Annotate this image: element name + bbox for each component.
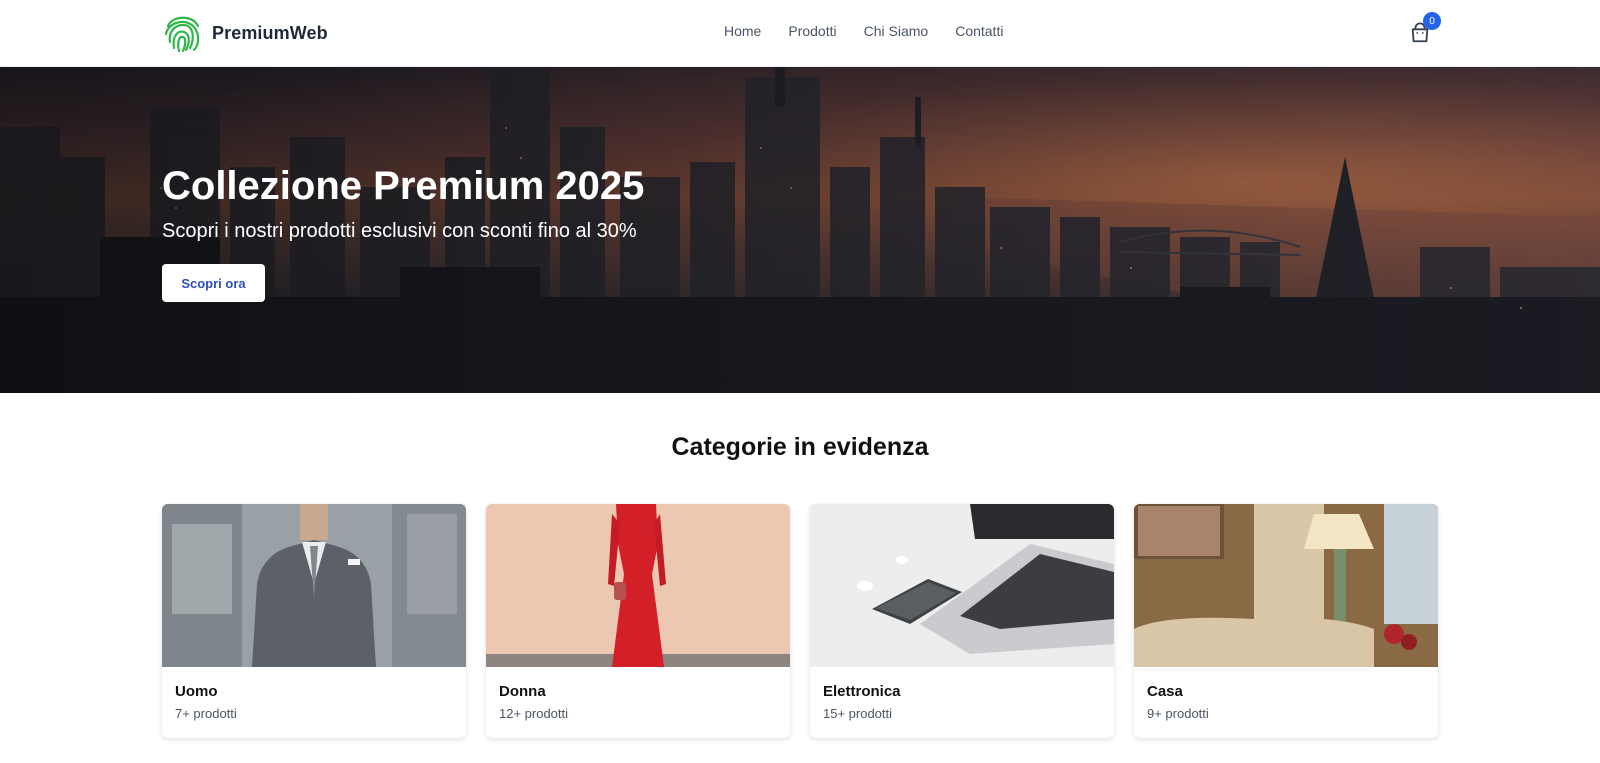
fingerprint-icon [162, 12, 204, 54]
brand-logo[interactable]: PremiumWeb [162, 12, 328, 54]
category-count: 15+ prodotti [823, 706, 893, 721]
hero-title: Collezione Premium 2025 [162, 164, 645, 208]
category-count: 7+ prodotti [175, 706, 237, 721]
category-image-uomo [162, 504, 466, 667]
category-image-donna [486, 504, 790, 667]
category-name: Elettronica [823, 683, 901, 700]
main-nav: Home Prodotti Chi Siamo Contatti [724, 23, 1003, 39]
category-name: Donna [499, 683, 546, 700]
category-card-elettronica[interactable]: Elettronica 15+ prodotti [810, 504, 1114, 738]
featured-categories-title: Categorie in evidenza [671, 433, 929, 461]
category-count: 12+ prodotti [499, 706, 569, 721]
category-image-casa [1134, 504, 1438, 667]
nav-home-link[interactable]: Home [724, 23, 761, 39]
category-card-donna[interactable]: Donna 12+ prodotti [486, 504, 790, 738]
nav-about-link[interactable]: Chi Siamo [864, 23, 929, 39]
category-grid: Uomo 7+ prodotti Donna 12+ prodotti Elet… [162, 504, 1438, 738]
cart-button[interactable]: 0 [1409, 12, 1441, 45]
category-card-casa[interactable]: Casa 9+ prodotti [1134, 504, 1438, 738]
nav-products-link[interactable]: Prodotti [788, 23, 836, 39]
hero-banner: Collezione Premium 2025 Scopri i nostri … [0, 67, 1600, 393]
hero-subtitle: Scopri i nostri prodotti esclusivi con s… [162, 220, 637, 242]
category-count: 9+ prodotti [1147, 706, 1209, 721]
brand-name: PremiumWeb [212, 22, 328, 43]
category-image-elettronica [810, 504, 1114, 667]
discover-now-button[interactable]: Scopri ora [162, 264, 265, 302]
category-card-uomo[interactable]: Uomo 7+ prodotti [162, 504, 466, 738]
category-name: Casa [1147, 683, 1183, 700]
cart-count-badge: 0 [1423, 12, 1441, 30]
nav-contact-link[interactable]: Contatti [955, 23, 1003, 39]
site-header: PremiumWeb Home Prodotti Chi Siamo Conta… [0, 0, 1600, 67]
category-name: Uomo [175, 683, 218, 700]
